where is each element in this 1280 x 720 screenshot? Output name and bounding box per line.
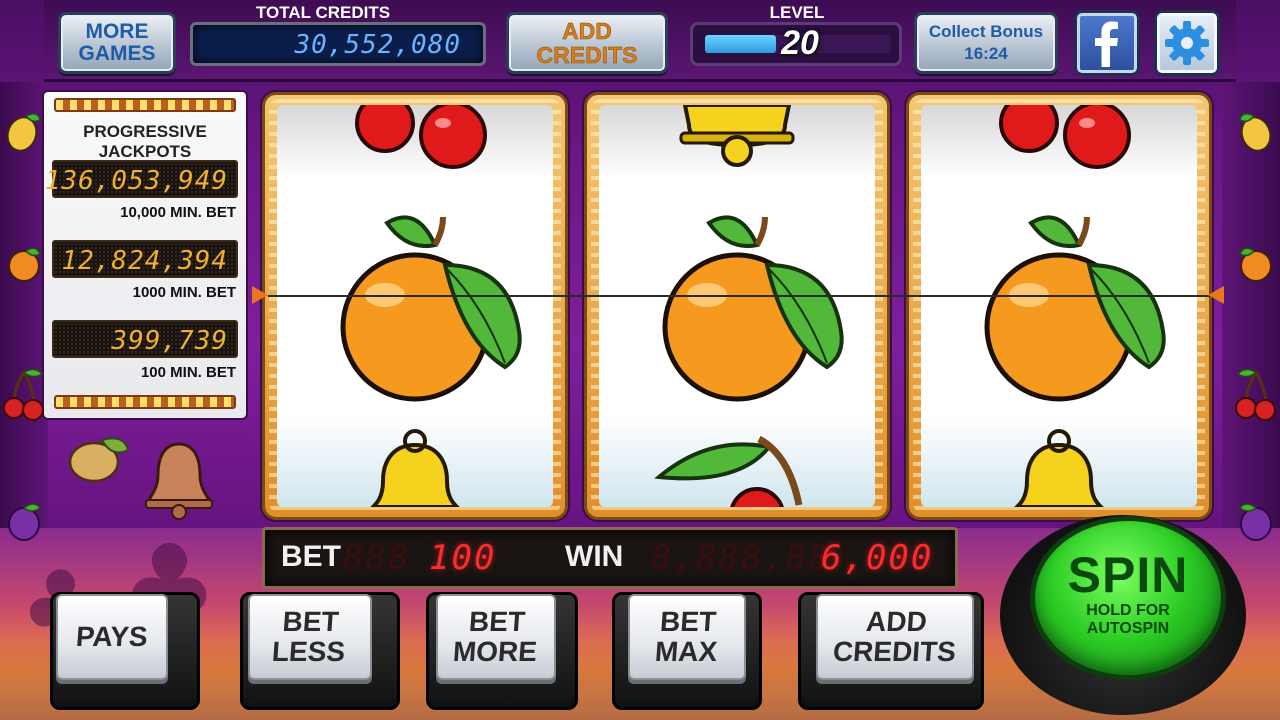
gear-icon <box>1165 21 1209 65</box>
orange-icon <box>984 215 1166 402</box>
jackpots-title: PROGRESSIVE JACKPOTS <box>83 122 207 161</box>
bell-icon <box>145 442 213 520</box>
add-credits-top-label: ADD CREDITS <box>536 18 638 68</box>
collect-bonus-button[interactable]: Collect Bonus 16:24 <box>914 12 1058 74</box>
bet-more-label: BET MORE <box>451 606 539 667</box>
autospin-hint: HOLD FOR AUTOSPIN <box>1086 602 1170 637</box>
more-games-label: MORE GAMES <box>78 20 156 65</box>
reel-window <box>599 105 875 507</box>
reel-window <box>277 105 553 507</box>
jackpot-min-bet: 10,000 MIN. BET <box>120 204 236 221</box>
add-credits-button[interactable]: ADD CREDITS <box>816 594 974 680</box>
orange-icon <box>662 215 844 402</box>
marquee-lights <box>54 98 236 112</box>
jackpot-display: 12,824,394 <box>52 240 238 278</box>
jackpot-display: 399,739 <box>52 320 238 358</box>
level-value: 20 <box>781 24 819 62</box>
bet-less-button[interactable]: BET LESS <box>248 594 372 680</box>
reel-symbols <box>984 105 1166 507</box>
bet-led-ghost: 888 <box>343 538 411 578</box>
bet-label: BET <box>281 540 341 573</box>
jackpot-display: 136,053,949 <box>45 160 238 198</box>
more-games-button[interactable]: MORE GAMES <box>58 12 176 74</box>
bell-icon <box>679 105 795 167</box>
win-value: 6,000 <box>821 538 934 578</box>
add-credits-top-button[interactable]: ADD CREDITS <box>506 12 668 74</box>
payline-left-arrow-icon <box>252 286 268 304</box>
marquee-lights <box>54 395 236 409</box>
cherry-icon <box>355 105 487 169</box>
bet-more-button[interactable]: BET MORE <box>436 594 556 680</box>
bet-value: 100 <box>429 538 497 578</box>
lemon-icon <box>6 113 41 152</box>
settings-button[interactable] <box>1154 10 1220 76</box>
total-credits-label: TOTAL CREDITS <box>255 3 391 22</box>
jackpot-value: 399,739 <box>111 326 228 356</box>
bell-icon <box>1014 429 1104 507</box>
bet-max-button[interactable]: BET MAX <box>628 594 746 680</box>
spin-label: SPIN <box>1067 547 1189 603</box>
jackpot-value: 12,824,394 <box>61 246 228 276</box>
reel-2 <box>584 92 890 520</box>
reel-1 <box>262 92 568 520</box>
bet-less-label: BET LESS <box>271 606 347 667</box>
collect-bonus-label: Collect Bonus 16:24 <box>928 22 1044 63</box>
reel-symbols <box>340 105 522 507</box>
total-credits-display: 30,552,080 <box>190 22 486 66</box>
win-label: WIN <box>565 540 624 573</box>
lemon-icon <box>1239 113 1272 152</box>
pays-button[interactable]: PAYS <box>56 594 168 680</box>
cherry-icon <box>1235 368 1276 421</box>
reel-window <box>921 105 1197 507</box>
total-credits-value: 30,552,080 <box>294 30 461 60</box>
reel-symbols <box>654 105 844 507</box>
jackpot-min-bet: 1000 MIN. BET <box>132 284 236 301</box>
level-label: LEVEL <box>769 3 825 22</box>
win-led-ghost: 8,888,88 <box>651 538 831 578</box>
bet-max-label: BET MAX <box>653 606 719 667</box>
bet-win-display: BET 888 100 WIN 8,888,88 6,000 <box>262 527 958 589</box>
payline-right-arrow-icon <box>1208 286 1224 304</box>
orange-icon <box>340 215 522 402</box>
facebook-button[interactable] <box>1074 10 1140 76</box>
cherry-icon <box>3 368 44 421</box>
plum-icon <box>8 503 42 541</box>
payline <box>268 295 1210 297</box>
add-credits-label: ADD CREDITS <box>831 606 957 667</box>
cherry-icon <box>654 435 803 507</box>
lemon-icon <box>68 437 130 483</box>
jackpot-min-bet: 100 MIN. BET <box>140 364 236 381</box>
reel-3 <box>906 92 1212 520</box>
plum-icon <box>1238 503 1272 541</box>
pays-label: PAYS <box>75 621 149 652</box>
cherry-icon <box>999 105 1131 169</box>
orange-icon <box>1239 247 1272 282</box>
orange-icon <box>8 247 41 282</box>
progressive-jackpots-panel: PROGRESSIVE JACKPOTS 136,053,949 10,000 … <box>44 92 246 418</box>
facebook-icon <box>1095 21 1118 67</box>
bell-icon <box>370 429 460 507</box>
jackpot-value: 136,053,949 <box>44 166 228 196</box>
